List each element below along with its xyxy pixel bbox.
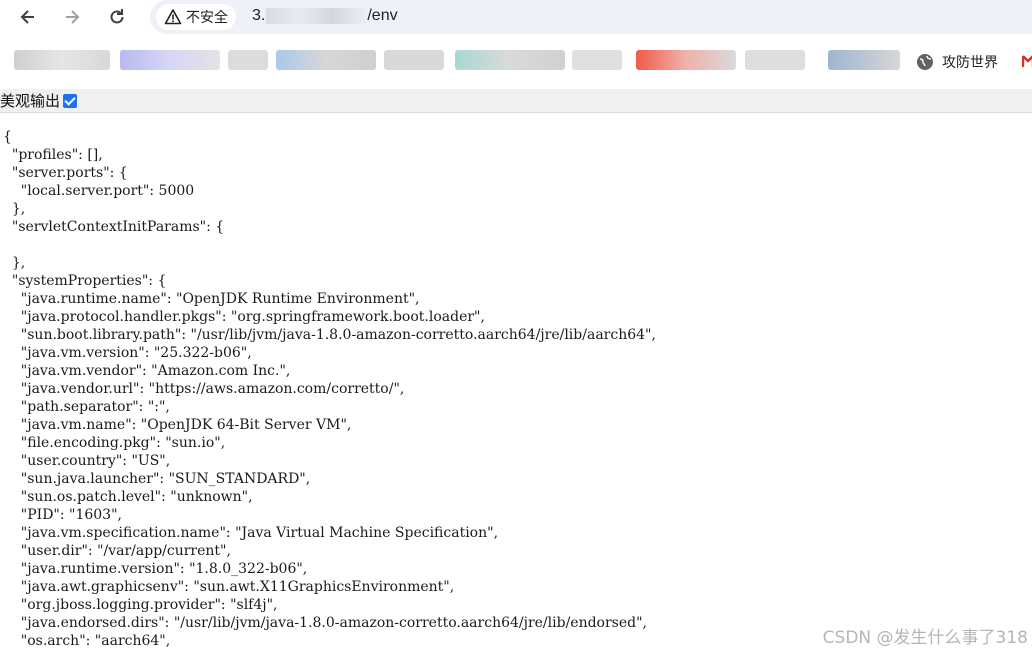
gmail-icon[interactable] [1022,54,1032,68]
json-content: { "profiles": [], "server.ports": { "loc… [3,128,1023,654]
bookmark-label: 攻防世界 [942,55,998,71]
json-line: "java.awt.graphicsenv": "sun.awt.X11Grap… [3,579,455,595]
bookmark-blurred[interactable] [120,50,220,70]
json-line: "sun.os.patch.level": "unknown", [3,489,253,505]
json-line: "java.runtime.version": "1.8.0_322-b06", [3,561,308,577]
bookmark-blurred[interactable] [745,50,805,70]
json-line: "local.server.port": 5000 [3,183,195,199]
watermark: CSDN @发生什么事了318 [822,628,1028,648]
pretty-print-bar: 美观输出 [0,89,1032,113]
json-line: "user.country": "US", [3,453,171,469]
url-text[interactable]: 3. /env [252,7,398,25]
pretty-print-checkbox[interactable] [63,93,78,108]
json-line: "org.jboss.logging.provider": "slf4j", [3,597,278,613]
pretty-print-label: 美观输出 [0,92,61,110]
json-line: "java.protocol.handler.pkgs": "org.sprin… [3,309,485,325]
json-line: "sun.java.launcher": "SUN_STANDARD", [3,471,311,487]
url-suffix: /env [367,7,398,24]
json-line: "PID": "1603", [3,507,122,523]
url-prefix: 3. [252,7,266,24]
bookmark-blurred[interactable] [572,50,622,70]
url-redacted [266,8,367,24]
globe-icon [917,54,933,70]
warning-icon [164,9,182,25]
json-line: "java.vm.vendor": "Amazon.com Inc.", [3,363,291,379]
address-bar[interactable]: 不安全 3. /env [150,0,1032,34]
bookmark-blurred[interactable] [14,50,110,70]
json-line: "path.separator": ":", [3,399,170,415]
json-line: "java.vm.specification.name": "Java Virt… [3,525,499,541]
back-button[interactable] [12,3,44,31]
json-line: "server.ports": { [3,165,128,181]
forward-button[interactable] [56,3,88,31]
json-line: "user.dir": "/var/app/current", [3,543,231,559]
bookmark-attack-defense-world[interactable]: 攻防世界 [916,52,998,72]
browser-toolbar: 不安全 3. /env [0,0,1032,36]
json-line: "systemProperties": { [3,273,167,289]
bookmark-blurred[interactable] [384,50,444,70]
bookmark-blurred[interactable] [276,50,376,70]
json-line: { [3,129,12,145]
arrow-right-icon [66,10,80,24]
json-line: "java.runtime.name": "OpenJDK Runtime En… [3,291,420,307]
security-label: 不安全 [186,10,228,26]
json-line: "java.vm.version": "25.322-b06", [3,345,252,361]
json-line [3,236,1023,254]
reload-icon [110,9,124,24]
json-line: "java.vendor.url": "https://aws.amazon.c… [3,381,405,397]
json-line: }, [3,201,26,217]
bookmark-blurred[interactable] [828,50,900,70]
bookmarks-bar: 攻防世界 [0,36,1032,90]
bookmark-blurred[interactable] [455,50,565,70]
json-line: "servletContextInitParams": { [3,219,225,235]
reload-button[interactable] [101,3,133,31]
json-line: "java.vm.name": "OpenJDK 64-Bit Server V… [3,417,352,433]
arrow-left-icon [20,10,34,24]
json-line: }, [3,255,26,271]
json-line: "profiles": [], [3,147,103,163]
bookmark-blurred[interactable] [636,50,736,70]
security-chip[interactable]: 不安全 [156,4,236,30]
json-line: "sun.boot.library.path": "/usr/lib/jvm/j… [3,327,656,343]
json-line: "file.encoding.pkg": "sun.io", [3,435,226,451]
bookmark-blurred[interactable] [228,50,268,70]
